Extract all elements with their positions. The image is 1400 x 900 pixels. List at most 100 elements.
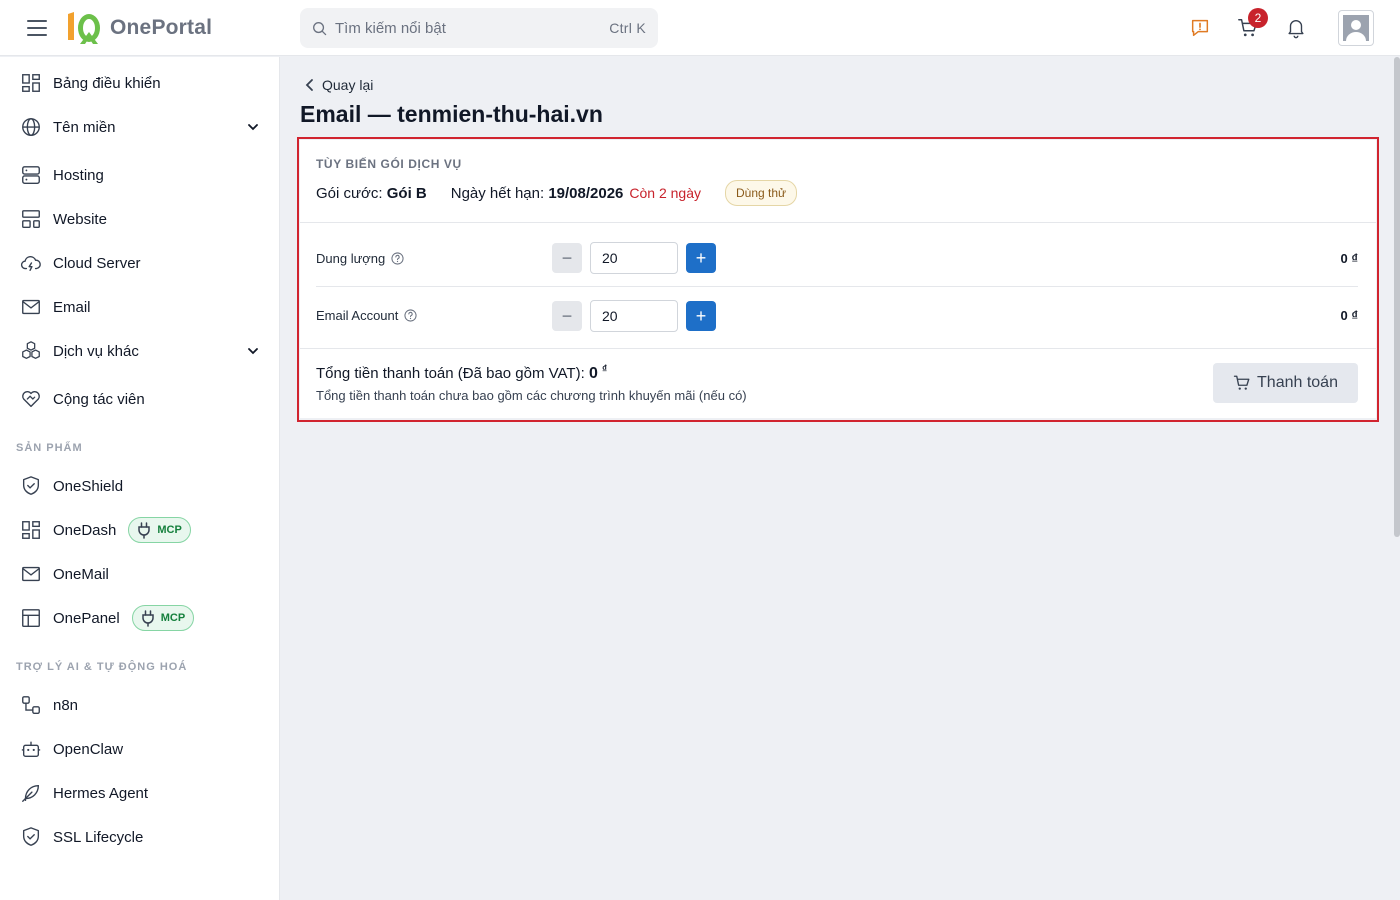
bell-icon[interactable] [1282,14,1310,42]
user-icon [1343,15,1369,41]
search-input[interactable] [335,19,610,37]
option-row-storage: Dung lượng − + 0 ₫ [316,230,1358,287]
sidebar-item-label: Website [53,210,107,228]
expiry-value: 19/08/2026 [548,184,624,202]
row-price: 0 ₫ [1340,308,1358,323]
sidebar-item-label: n8n [53,696,79,714]
status-badge: Dùng thử [725,180,798,206]
sidebar-item-onemail[interactable]: OneMail [12,554,268,594]
sidebar-item-label: OneMail [53,565,109,583]
plug-icon [141,610,154,627]
sidebar-item-website[interactable]: Website [12,199,268,239]
sidebar-item-label: OneDash [53,521,117,539]
total-label: Tổng tiền thanh toán (Đã bao gồm VAT): [316,365,585,382]
sidebar-item-label: Hosting [53,166,104,184]
plan-label: Gói cước: [316,184,383,202]
checkout-button[interactable]: Thanh toán [1213,363,1358,403]
dashboard-icon [22,521,40,539]
cart-icon [1233,375,1250,390]
feather-icon [22,784,40,802]
menu-toggle-icon[interactable] [26,18,48,38]
total-line: Tổng tiền thanh toán (Đã bao gồm VAT): 0… [316,364,607,383]
back-label: Quay lại [322,77,374,93]
logo[interactable]: OnePortal [64,10,212,46]
card-footer: Tổng tiền thanh toán (Đã bao gồm VAT): 0… [300,348,1376,418]
sidebar-item-n8n[interactable]: n8n [12,685,268,725]
sidebar-item-label: Bảng điều khiển [53,74,161,92]
handshake-heart-icon [22,391,40,408]
plus-icon: + [695,248,707,268]
panel-icon [22,609,40,627]
quantity-input[interactable] [590,299,678,332]
sidebar-item-label: Email [53,298,91,316]
sidebar-item-cloud-server[interactable]: Cloud Server [12,243,268,283]
sidebar-item-dashboard[interactable]: Bảng điều khiển [12,63,268,103]
shield-check-icon [22,476,40,495]
row-price: 0 ₫ [1340,250,1358,266]
search-bar[interactable]: Ctrl K [300,8,658,48]
help-icon[interactable] [391,251,404,265]
sidebar-item-label: SSL Lifecycle [53,828,144,846]
logo-text: OnePortal [110,16,213,39]
sidebar-item-affiliates[interactable]: Cộng tác viên [12,379,268,419]
layout-icon [22,210,40,228]
sidebar-item-onepanel[interactable]: OnePanel MCP [12,598,268,638]
increase-button[interactable]: + [686,243,716,273]
sidebar-item-label: OpenClaw [53,740,124,758]
sidebar-item-hosting[interactable]: Hosting [12,155,268,195]
mcp-badge-label: MCP [157,524,182,536]
help-icon[interactable] [404,309,417,322]
cart-count-badge: 2 [1248,8,1268,28]
card-header: TÙY BIẾN GÓI DỊCH VỤ Gói cước: Gói B Ngà… [300,140,1376,223]
shield-check-icon [22,827,40,846]
minus-icon: − [561,248,573,268]
option-label-text: Dung lượng [316,250,386,266]
top-bar: OnePortal Ctrl K 2 [0,0,1400,56]
chevron-down-icon [248,348,258,355]
section-title-ai: TRỢ LÝ AI & TỰ ĐỘNG HOÁ [16,661,188,673]
feedback-icon[interactable] [1186,14,1214,42]
option-label: Email Account [316,308,552,323]
sidebar-item-label: Tên miền [53,118,116,136]
sidebar-item-oneshield[interactable]: OneShield [12,466,268,506]
option-row-email-account: Email Account − + 0 ₫ [316,287,1358,344]
chevron-down-icon [248,124,258,131]
expiry-label: Ngày hết hạn: [450,184,545,202]
total-value: 0 [588,365,598,382]
logo-mark-icon [68,12,100,44]
sidebar-item-domains[interactable]: Tên miền [12,107,268,147]
bot-icon [21,741,41,758]
mcp-badge: MCP [131,605,195,631]
sidebar-item-ssl-lifecycle[interactable]: SSL Lifecycle [12,817,268,857]
option-label: Dung lượng [316,251,552,266]
increase-button[interactable]: + [686,300,716,331]
page-scrollbar[interactable] [1394,57,1400,537]
promo-note: Tổng tiền thanh toán chưa bao gồm các ch… [316,388,747,403]
decrease-button[interactable]: − [552,243,582,273]
workflow-icon [22,696,40,714]
back-link[interactable]: Quay lại [304,77,373,93]
sidebar-item-other-services[interactable]: Dịch vụ khác [12,331,268,371]
plan-info: Gói cước: Gói B Ngày hết hạn: 19/08/2026… [316,180,798,206]
sidebar-item-openclaw[interactable]: OpenClaw [12,729,268,769]
server-icon [22,166,40,184]
mcp-badge: MCP [128,517,191,543]
sidebar-item-label: Hermes Agent [53,784,149,802]
checkout-label: Thanh toán [1257,374,1338,391]
mcp-badge-label: MCP [160,612,186,624]
decrease-button[interactable]: − [552,300,582,331]
total-currency: ₫ [602,364,608,375]
sidebar-item-hermes-agent[interactable]: Hermes Agent [12,773,268,813]
sidebar-item-email[interactable]: Email [12,287,268,327]
section-title-products: SẢN PHẨM [16,442,83,454]
sidebar-item-label: Cộng tác viên [53,390,145,408]
plan-value: Gói B [386,184,427,202]
cloud-icon [20,256,41,272]
chevron-left-icon [305,79,313,91]
sidebar-item-label: Dịch vụ khác [53,342,139,360]
sidebar-item-label: OnePanel [53,609,120,627]
user-avatar[interactable] [1338,10,1374,46]
sidebar: Bảng điều khiển Tên miền Hosting Website… [0,57,280,900]
sidebar-item-onedash[interactable]: OneDash MCP [12,510,268,550]
quantity-input[interactable] [590,242,678,274]
